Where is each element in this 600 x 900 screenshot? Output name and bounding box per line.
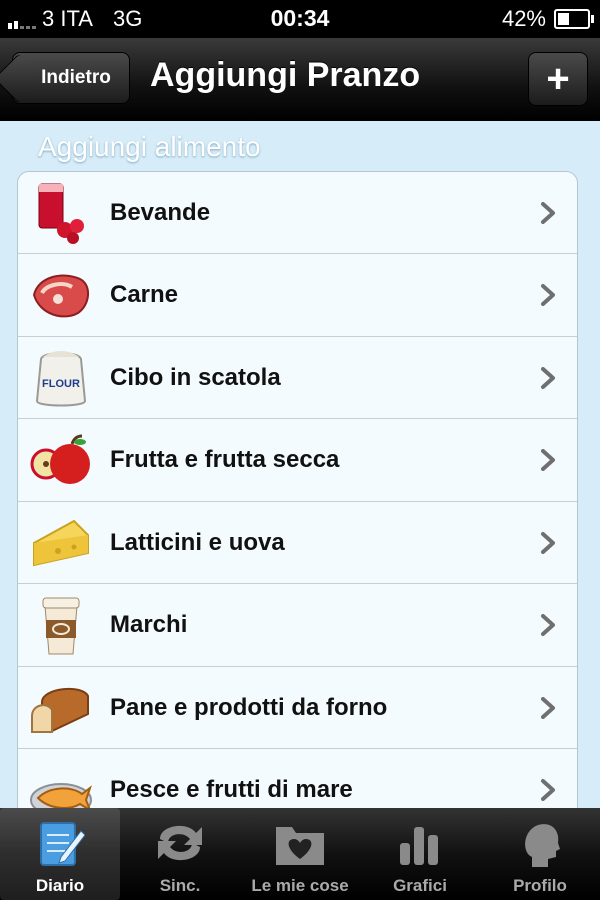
tab-sinc[interactable]: Sinc.	[120, 808, 240, 900]
tab-label: Profilo	[513, 876, 567, 895]
battery-percent: 42%	[501, 6, 546, 31]
tab-label: Le mie cose	[251, 876, 349, 895]
profile-head-icon	[510, 814, 570, 872]
list-item-label: Cibo in scatola	[110, 363, 281, 391]
heart-folder-icon	[270, 814, 330, 872]
apple-icon	[28, 427, 94, 493]
tab-label: Diario	[35, 876, 85, 895]
sync-icon	[150, 814, 210, 872]
diary-notepad-icon	[30, 814, 90, 872]
chevron-right-icon	[537, 449, 559, 471]
steak-icon	[28, 262, 94, 328]
tab-bar: Diario Sinc. Le mie cose Grafici Profilo	[0, 808, 600, 900]
list-item-label: Carne	[110, 281, 179, 308]
tab-grafici[interactable]: Grafici	[360, 808, 480, 900]
chevron-right-icon	[537, 201, 559, 224]
back-button[interactable]: Indietro	[12, 52, 130, 104]
chevron-right-icon	[537, 614, 559, 636]
chevron-right-icon	[537, 696, 559, 719]
add-button[interactable]: +	[528, 52, 588, 106]
category-list: Bevande Carne FLOUR Cibo in scatola Frutta e…	[17, 171, 578, 813]
back-button-label: Indietro	[41, 67, 111, 88]
svg-text:FLOUR: FLOUR	[42, 378, 80, 390]
list-item[interactable]: Latticini e uova	[18, 502, 577, 584]
section-header: Aggiungi alimento	[38, 131, 261, 162]
list-item-label: Bevande	[110, 198, 211, 226]
coffee-cup-icon	[28, 592, 94, 658]
chevron-right-icon	[537, 779, 559, 801]
list-item-label: Marchi	[110, 611, 188, 638]
chevron-right-icon	[537, 284, 559, 306]
tab-label: Sinc.	[159, 876, 201, 895]
list-item[interactable]: Pesce e frutti di mare	[18, 750, 577, 812]
status-bar: 3 ITA 3G 00:34 42%	[0, 0, 600, 38]
flour-sack-icon: FLOUR	[28, 345, 94, 411]
list-item-label: Pane e prodotti da forno	[110, 693, 388, 721]
page-title: Aggiungi Pranzo	[150, 56, 421, 94]
list-item[interactable]: Carne	[18, 255, 577, 337]
list-item[interactable]: Marchi	[18, 585, 577, 667]
list-item[interactable]: FLOUR Cibo in scatola	[18, 337, 577, 419]
list-item-label: Frutta e frutta secca	[110, 446, 340, 473]
tab-label: Grafici	[393, 876, 447, 895]
bread-icon	[28, 675, 94, 741]
navigation-bar: Indietro Aggiungi Pranzo +	[0, 38, 600, 121]
chevron-right-icon	[537, 531, 559, 554]
fish-plate-icon	[28, 757, 94, 812]
list-item[interactable]: Frutta e frutta secca	[18, 420, 577, 502]
list-item-label: Latticini e uova	[110, 528, 285, 556]
tab-le-mie-cose[interactable]: Le mie cose	[240, 808, 360, 900]
tab-diario[interactable]: Diario	[0, 808, 120, 900]
battery-icon	[554, 9, 594, 29]
chevron-right-icon	[537, 366, 559, 389]
list-item-label: Pesce e frutti di mare	[110, 776, 353, 803]
cheese-icon	[28, 510, 94, 576]
list-item[interactable]: Bevande	[18, 172, 577, 254]
list-item[interactable]: Pane e prodotti da forno	[18, 667, 577, 749]
tab-profilo[interactable]: Profilo	[480, 808, 600, 900]
bar-chart-icon	[390, 814, 450, 872]
drink-glass-icon	[28, 180, 94, 246]
